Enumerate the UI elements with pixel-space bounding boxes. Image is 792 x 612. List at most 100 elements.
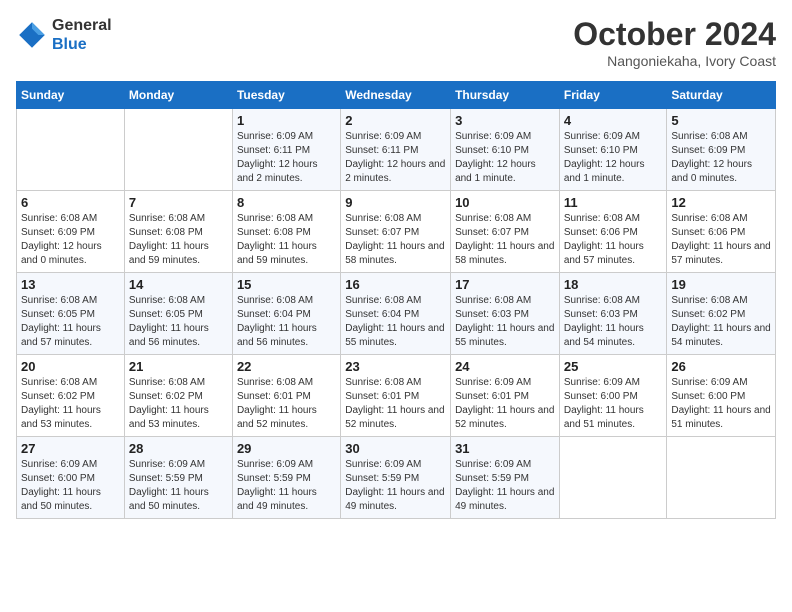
day-detail: Sunrise: 6:09 AM Sunset: 6:10 PM Dayligh… — [455, 130, 555, 186]
day-detail: Sunrise: 6:08 AM Sunset: 6:03 PM Dayligh… — [455, 294, 555, 350]
calendar-cell: 17 Sunrise: 6:08 AM Sunset: 6:03 PM Dayli… — [451, 273, 560, 355]
calendar-cell — [667, 437, 776, 519]
day-detail: Sunrise: 6:09 AM Sunset: 6:01 PM Dayligh… — [455, 376, 555, 432]
day-detail: Sunrise: 6:08 AM Sunset: 6:09 PM Dayligh… — [671, 130, 771, 186]
month-title: October 2024 — [573, 16, 776, 53]
calendar-cell — [559, 437, 667, 519]
day-number: 12 — [671, 195, 771, 210]
day-detail: Sunrise: 6:08 AM Sunset: 6:06 PM Dayligh… — [671, 212, 771, 268]
calendar-cell: 13 Sunrise: 6:08 AM Sunset: 6:05 PM Dayli… — [17, 273, 125, 355]
logo: General Blue — [16, 16, 112, 54]
calendar-cell: 7 Sunrise: 6:08 AM Sunset: 6:08 PM Daylig… — [124, 191, 232, 273]
day-number: 1 — [237, 113, 336, 128]
location-subtitle: Nangoniekaha, Ivory Coast — [573, 53, 776, 69]
header-sunday: Sunday — [17, 82, 125, 109]
calendar-cell: 11 Sunrise: 6:08 AM Sunset: 6:06 PM Dayli… — [559, 191, 667, 273]
day-detail: Sunrise: 6:09 AM Sunset: 6:00 PM Dayligh… — [564, 376, 663, 432]
day-number: 29 — [237, 441, 336, 456]
calendar-week-row: 13 Sunrise: 6:08 AM Sunset: 6:05 PM Dayli… — [17, 273, 776, 355]
calendar-cell: 23 Sunrise: 6:08 AM Sunset: 6:01 PM Dayli… — [341, 355, 451, 437]
calendar-cell: 24Sunrise: 6:09 AM Sunset: 6:01 PM Dayli… — [451, 355, 560, 437]
day-number: 19 — [671, 277, 771, 292]
header-tuesday: Tuesday — [232, 82, 340, 109]
day-detail: Sunrise: 6:08 AM Sunset: 6:01 PM Dayligh… — [237, 376, 336, 432]
logo-text: General Blue — [52, 16, 112, 54]
day-number: 11 — [564, 195, 663, 210]
header-wednesday: Wednesday — [341, 82, 451, 109]
day-detail: Sunrise: 6:08 AM Sunset: 6:04 PM Dayligh… — [345, 294, 446, 350]
day-detail: Sunrise: 6:08 AM Sunset: 6:07 PM Dayligh… — [345, 212, 446, 268]
day-detail: Sunrise: 6:08 AM Sunset: 6:05 PM Dayligh… — [21, 294, 120, 350]
day-number: 7 — [129, 195, 228, 210]
day-detail: Sunrise: 6:09 AM Sunset: 6:11 PM Dayligh… — [237, 130, 336, 186]
calendar-cell: 21 Sunrise: 6:08 AM Sunset: 6:02 PM Dayli… — [124, 355, 232, 437]
calendar-cell: 10Sunrise: 6:08 AM Sunset: 6:07 PM Dayli… — [451, 191, 560, 273]
day-number: 26 — [671, 359, 771, 374]
day-detail: Sunrise: 6:08 AM Sunset: 6:02 PM Dayligh… — [21, 376, 120, 432]
day-number: 14 — [129, 277, 228, 292]
calendar-cell: 6 Sunrise: 6:08 AM Sunset: 6:09 PM Daylig… — [17, 191, 125, 273]
title-block: October 2024 Nangoniekaha, Ivory Coast — [573, 16, 776, 69]
calendar-cell: 26Sunrise: 6:09 AM Sunset: 6:00 PM Dayli… — [667, 355, 776, 437]
day-number: 22 — [237, 359, 336, 374]
day-number: 18 — [564, 277, 663, 292]
day-detail: Sunrise: 6:08 AM Sunset: 6:06 PM Dayligh… — [564, 212, 663, 268]
day-number: 27 — [21, 441, 120, 456]
calendar-cell: 2Sunrise: 6:09 AM Sunset: 6:11 PM Daylig… — [341, 109, 451, 191]
day-number: 20 — [21, 359, 120, 374]
calendar-cell: 4 Sunrise: 6:09 AM Sunset: 6:10 PM Daylig… — [559, 109, 667, 191]
day-number: 4 — [564, 113, 663, 128]
day-number: 25 — [564, 359, 663, 374]
calendar-cell: 27 Sunrise: 6:09 AM Sunset: 6:00 PM Dayli… — [17, 437, 125, 519]
day-detail: Sunrise: 6:09 AM Sunset: 6:00 PM Dayligh… — [21, 458, 120, 514]
day-detail: Sunrise: 6:09 AM Sunset: 5:59 PM Dayligh… — [345, 458, 446, 514]
calendar-cell: 16Sunrise: 6:08 AM Sunset: 6:04 PM Dayli… — [341, 273, 451, 355]
calendar-cell: 20 Sunrise: 6:08 AM Sunset: 6:02 PM Dayli… — [17, 355, 125, 437]
calendar-cell: 18 Sunrise: 6:08 AM Sunset: 6:03 PM Dayli… — [559, 273, 667, 355]
calendar-week-row: 6 Sunrise: 6:08 AM Sunset: 6:09 PM Daylig… — [17, 191, 776, 273]
day-number: 23 — [345, 359, 446, 374]
day-number: 21 — [129, 359, 228, 374]
day-number: 15 — [237, 277, 336, 292]
header-monday: Monday — [124, 82, 232, 109]
calendar-cell: 8 Sunrise: 6:08 AM Sunset: 6:08 PM Daylig… — [232, 191, 340, 273]
day-detail: Sunrise: 6:09 AM Sunset: 6:10 PM Dayligh… — [564, 130, 663, 186]
day-detail: Sunrise: 6:08 AM Sunset: 6:01 PM Dayligh… — [345, 376, 446, 432]
header-friday: Friday — [559, 82, 667, 109]
day-detail: Sunrise: 6:08 AM Sunset: 6:02 PM Dayligh… — [129, 376, 228, 432]
calendar-cell: 22 Sunrise: 6:08 AM Sunset: 6:01 PM Dayli… — [232, 355, 340, 437]
day-number: 2 — [345, 113, 446, 128]
day-number: 28 — [129, 441, 228, 456]
calendar-cell: 25 Sunrise: 6:09 AM Sunset: 6:00 PM Dayli… — [559, 355, 667, 437]
calendar-cell: 9 Sunrise: 6:08 AM Sunset: 6:07 PM Daylig… — [341, 191, 451, 273]
day-number: 31 — [455, 441, 555, 456]
day-number: 30 — [345, 441, 446, 456]
day-detail: Sunrise: 6:08 AM Sunset: 6:04 PM Dayligh… — [237, 294, 336, 350]
calendar-cell: 12 Sunrise: 6:08 AM Sunset: 6:06 PM Dayli… — [667, 191, 776, 273]
day-detail: Sunrise: 6:08 AM Sunset: 6:08 PM Dayligh… — [129, 212, 228, 268]
calendar-cell: 30 Sunrise: 6:09 AM Sunset: 5:59 PM Dayli… — [341, 437, 451, 519]
day-detail: Sunrise: 6:08 AM Sunset: 6:09 PM Dayligh… — [21, 212, 120, 268]
day-detail: Sunrise: 6:09 AM Sunset: 5:59 PM Dayligh… — [455, 458, 555, 514]
day-number: 8 — [237, 195, 336, 210]
day-detail: Sunrise: 6:09 AM Sunset: 5:59 PM Dayligh… — [129, 458, 228, 514]
day-number: 6 — [21, 195, 120, 210]
calendar-cell: 3Sunrise: 6:09 AM Sunset: 6:10 PM Daylig… — [451, 109, 560, 191]
logo-icon — [16, 19, 48, 51]
day-number: 9 — [345, 195, 446, 210]
calendar-cell: 15 Sunrise: 6:08 AM Sunset: 6:04 PM Dayli… — [232, 273, 340, 355]
day-number: 10 — [455, 195, 555, 210]
calendar-cell: 19Sunrise: 6:08 AM Sunset: 6:02 PM Dayli… — [667, 273, 776, 355]
day-number: 13 — [21, 277, 120, 292]
calendar-cell — [124, 109, 232, 191]
calendar-cell: 31 Sunrise: 6:09 AM Sunset: 5:59 PM Dayli… — [451, 437, 560, 519]
calendar-week-row: 27 Sunrise: 6:09 AM Sunset: 6:00 PM Dayli… — [17, 437, 776, 519]
day-detail: Sunrise: 6:08 AM Sunset: 6:08 PM Dayligh… — [237, 212, 336, 268]
calendar-cell: 5Sunrise: 6:08 AM Sunset: 6:09 PM Daylig… — [667, 109, 776, 191]
day-number: 17 — [455, 277, 555, 292]
calendar-table: SundayMondayTuesdayWednesdayThursdayFrid… — [16, 81, 776, 519]
calendar-header-row: SundayMondayTuesdayWednesdayThursdayFrid… — [17, 82, 776, 109]
day-detail: Sunrise: 6:08 AM Sunset: 6:03 PM Dayligh… — [564, 294, 663, 350]
calendar-cell: 14Sunrise: 6:08 AM Sunset: 6:05 PM Dayli… — [124, 273, 232, 355]
calendar-cell: 28 Sunrise: 6:09 AM Sunset: 5:59 PM Dayli… — [124, 437, 232, 519]
